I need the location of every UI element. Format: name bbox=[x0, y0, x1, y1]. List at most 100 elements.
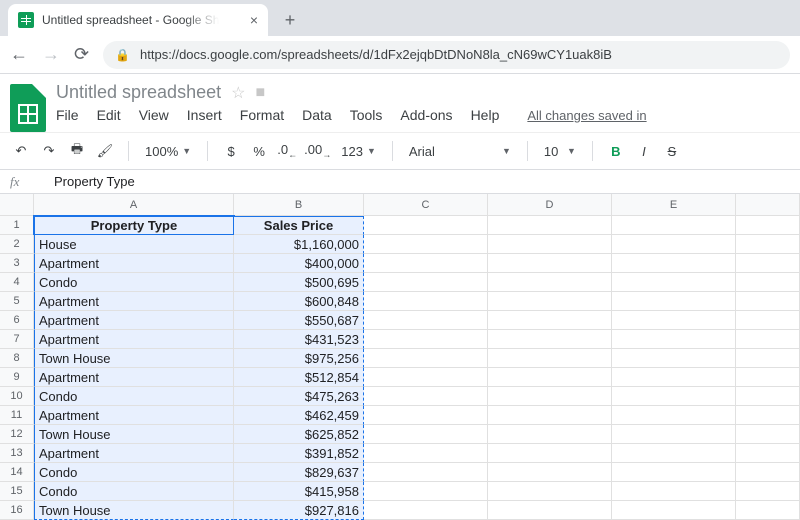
row-header[interactable]: 1 bbox=[0, 216, 34, 235]
cell[interactable] bbox=[488, 330, 612, 349]
cell-property-type[interactable]: Apartment bbox=[34, 406, 234, 425]
cell[interactable] bbox=[488, 311, 612, 330]
cell[interactable] bbox=[488, 254, 612, 273]
address-bar[interactable]: 🔒 https://docs.google.com/spreadsheets/d… bbox=[103, 41, 790, 69]
formula-input[interactable]: Property Type bbox=[54, 174, 135, 189]
row-header[interactable]: 11 bbox=[0, 406, 34, 425]
new-tab-button[interactable]: + bbox=[276, 6, 304, 34]
cell[interactable] bbox=[364, 235, 488, 254]
sheets-logo-icon[interactable] bbox=[10, 84, 46, 132]
cell-sales-price[interactable]: $829,637 bbox=[234, 463, 364, 482]
row-header[interactable]: 2 bbox=[0, 235, 34, 254]
cell[interactable] bbox=[488, 406, 612, 425]
cell-property-type[interactable]: Apartment bbox=[34, 368, 234, 387]
cell[interactable] bbox=[364, 501, 488, 520]
cell[interactable] bbox=[736, 311, 800, 330]
cell[interactable] bbox=[364, 330, 488, 349]
close-tab-icon[interactable]: × bbox=[250, 12, 258, 28]
spreadsheet-grid[interactable]: A B C D E 1 Property Type Sales Price 2H… bbox=[0, 194, 800, 520]
row-header[interactable]: 9 bbox=[0, 368, 34, 387]
row-header[interactable]: 5 bbox=[0, 292, 34, 311]
cell[interactable] bbox=[612, 349, 736, 368]
cell[interactable] bbox=[612, 254, 736, 273]
cell-property-type[interactable]: Apartment bbox=[34, 292, 234, 311]
cell-sales-price[interactable]: $1,160,000 bbox=[234, 235, 364, 254]
cell[interactable] bbox=[736, 387, 800, 406]
number-format-select[interactable]: 123▼ bbox=[337, 144, 380, 159]
cell[interactable] bbox=[364, 273, 488, 292]
cell-property-type[interactable]: Apartment bbox=[34, 254, 234, 273]
menu-edit[interactable]: Edit bbox=[97, 107, 121, 123]
cell[interactable] bbox=[612, 482, 736, 501]
cell[interactable] bbox=[736, 235, 800, 254]
star-icon[interactable]: ☆ bbox=[231, 83, 245, 103]
menu-file[interactable]: File bbox=[56, 107, 79, 123]
cell-sales-price[interactable]: $415,958 bbox=[234, 482, 364, 501]
cell[interactable] bbox=[488, 216, 612, 235]
reload-button[interactable]: ⟳ bbox=[74, 44, 89, 65]
cell[interactable] bbox=[488, 463, 612, 482]
document-title[interactable]: Untitled spreadsheet bbox=[56, 82, 221, 103]
row-header[interactable]: 14 bbox=[0, 463, 34, 482]
cell-property-type[interactable]: Condo bbox=[34, 387, 234, 406]
cell-property-type[interactable]: Condo bbox=[34, 463, 234, 482]
cell[interactable] bbox=[364, 425, 488, 444]
row-header[interactable]: 13 bbox=[0, 444, 34, 463]
increase-decimal-button[interactable]: .00→ bbox=[304, 142, 331, 160]
cell[interactable] bbox=[612, 425, 736, 444]
decrease-decimal-button[interactable]: .0← bbox=[276, 142, 298, 160]
undo-button[interactable]: ↶ bbox=[10, 143, 32, 159]
font-size-select[interactable]: 10▼ bbox=[540, 144, 580, 159]
row-header[interactable]: 16 bbox=[0, 501, 34, 520]
cell[interactable] bbox=[736, 254, 800, 273]
cell[interactable] bbox=[736, 292, 800, 311]
menu-tools[interactable]: Tools bbox=[350, 107, 383, 123]
folder-icon[interactable]: ■ bbox=[255, 84, 265, 102]
row-header[interactable]: 4 bbox=[0, 273, 34, 292]
cell[interactable] bbox=[488, 387, 612, 406]
bold-button[interactable]: B bbox=[605, 144, 627, 159]
menu-view[interactable]: View bbox=[139, 107, 169, 123]
cell-property-type[interactable]: Apartment bbox=[34, 330, 234, 349]
cell[interactable] bbox=[612, 387, 736, 406]
cell[interactable] bbox=[488, 235, 612, 254]
cell[interactable] bbox=[364, 368, 488, 387]
cell[interactable] bbox=[612, 501, 736, 520]
row-header[interactable]: 10 bbox=[0, 387, 34, 406]
italic-button[interactable]: I bbox=[633, 144, 655, 159]
cell-sales-price[interactable]: $475,263 bbox=[234, 387, 364, 406]
cell[interactable] bbox=[488, 444, 612, 463]
cell[interactable] bbox=[736, 444, 800, 463]
cell[interactable] bbox=[736, 273, 800, 292]
menu-addons[interactable]: Add-ons bbox=[400, 107, 452, 123]
paint-format-button[interactable]: 🖌 bbox=[94, 143, 116, 159]
col-header-a[interactable]: A bbox=[34, 194, 234, 216]
row-header[interactable]: 6 bbox=[0, 311, 34, 330]
cell-sales-price[interactable]: $431,523 bbox=[234, 330, 364, 349]
cell[interactable] bbox=[612, 368, 736, 387]
col-header-overflow[interactable] bbox=[736, 194, 800, 216]
cell-sales-price[interactable]: $600,848 bbox=[234, 292, 364, 311]
row-header[interactable]: 12 bbox=[0, 425, 34, 444]
cell[interactable] bbox=[364, 387, 488, 406]
cell[interactable] bbox=[364, 292, 488, 311]
cell-property-type[interactable]: Apartment bbox=[34, 444, 234, 463]
cell[interactable] bbox=[488, 273, 612, 292]
row-header[interactable]: 3 bbox=[0, 254, 34, 273]
cell[interactable] bbox=[364, 482, 488, 501]
cell[interactable] bbox=[488, 368, 612, 387]
cell[interactable] bbox=[612, 406, 736, 425]
cell-sales-price[interactable]: $975,256 bbox=[234, 349, 364, 368]
cell-property-type[interactable]: Condo bbox=[34, 482, 234, 501]
cell[interactable] bbox=[488, 425, 612, 444]
cell-property-type[interactable]: House bbox=[34, 235, 234, 254]
forward-button[interactable]: → bbox=[42, 44, 60, 65]
print-button[interactable]: 🖶 bbox=[66, 140, 88, 162]
cell[interactable] bbox=[364, 311, 488, 330]
cell[interactable] bbox=[736, 330, 800, 349]
cell-property-type[interactable]: Town House bbox=[34, 501, 234, 520]
cell-b1[interactable]: Sales Price bbox=[234, 216, 364, 235]
back-button[interactable]: ← bbox=[10, 44, 28, 65]
cell[interactable] bbox=[488, 349, 612, 368]
cell[interactable] bbox=[364, 349, 488, 368]
